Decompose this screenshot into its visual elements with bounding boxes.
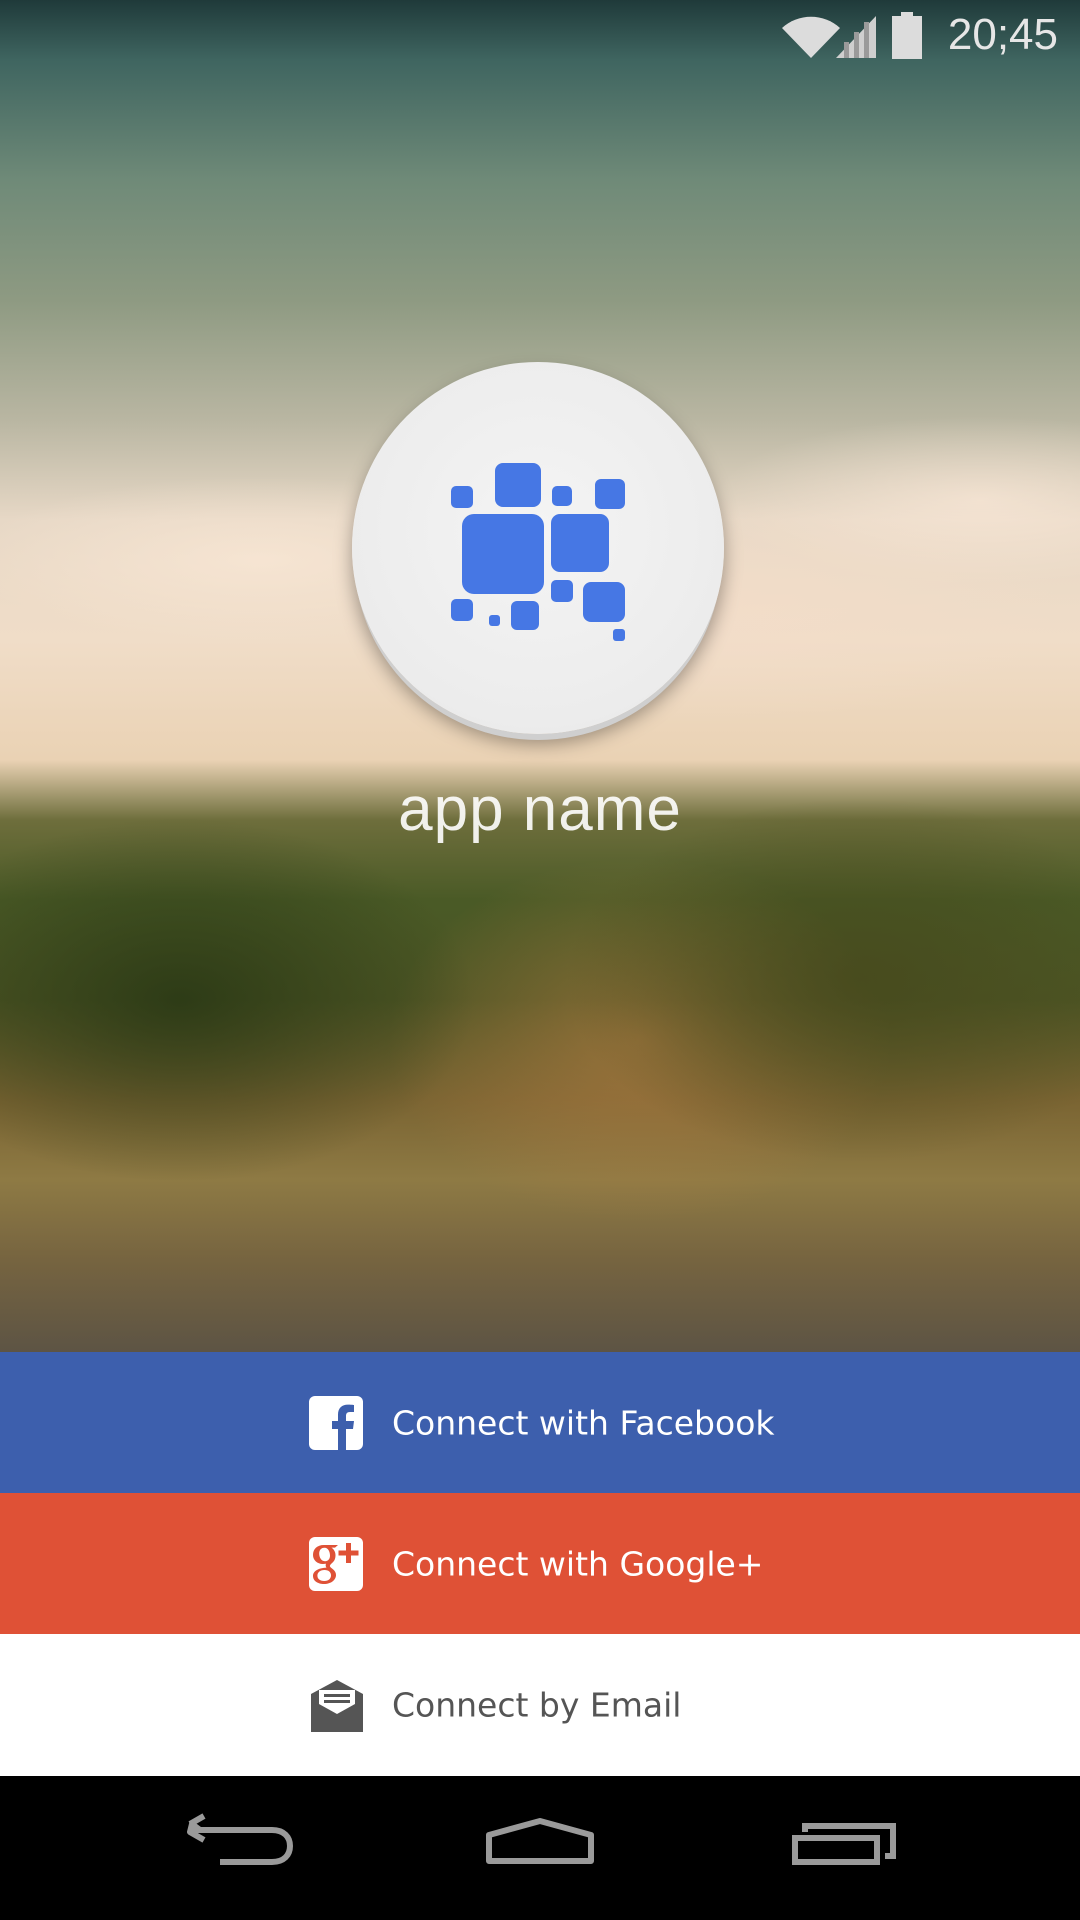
wifi-icon	[780, 12, 842, 66]
connect-email-button[interactable]: Connect by Email	[0, 1634, 1080, 1776]
navigation-bar	[0, 1776, 1080, 1920]
status-bar: 20;45	[0, 0, 1080, 75]
connect-facebook-button[interactable]: Connect with Facebook	[0, 1352, 1080, 1493]
status-time: 20;45	[947, 10, 1058, 59]
battery-icon	[892, 12, 922, 66]
home-icon	[486, 1818, 594, 1864]
recent-apps-icon	[792, 1823, 896, 1865]
connect-facebook-label: Connect with Facebook	[392, 1403, 775, 1442]
recent-apps-button[interactable]	[745, 1776, 945, 1920]
facebook-icon	[309, 1395, 363, 1450]
blue-squares-logo-icon	[451, 463, 625, 641]
connect-google-plus-label: Connect with Google+	[392, 1544, 764, 1583]
connect-google-plus-button[interactable]: Connect with Google+	[0, 1493, 1080, 1634]
app-name-title: app name	[398, 775, 682, 844]
home-button[interactable]	[440, 1776, 640, 1920]
app-logo	[352, 362, 724, 734]
google-plus-icon	[309, 1536, 363, 1591]
cell-signal-icon	[834, 12, 878, 66]
back-icon	[187, 1813, 293, 1865]
back-button[interactable]	[140, 1776, 340, 1920]
connect-email-label: Connect by Email	[392, 1685, 682, 1725]
login-screen: 20;45 app name Connect with Facebook Con…	[0, 0, 1080, 1920]
envelope-icon	[309, 1678, 363, 1732]
